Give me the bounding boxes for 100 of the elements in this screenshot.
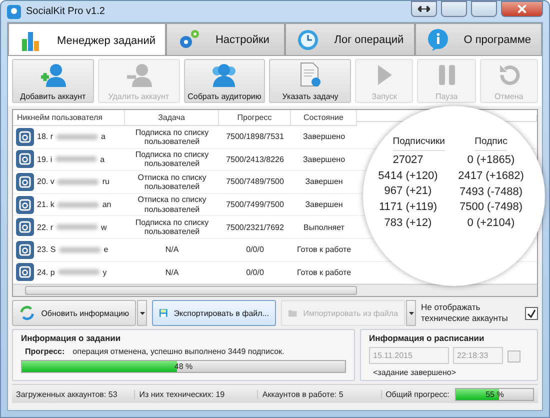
scrollbar-thumb[interactable] xyxy=(25,286,357,295)
subscribers-cell-text: 5414 (+120) xyxy=(377,170,439,182)
task-cell-text: Отписка по списку пользователей xyxy=(136,172,208,192)
task-cell-text: Подписка по списку пользователей xyxy=(134,150,210,169)
action-button[interactable]: Экспортировать в файл... xyxy=(152,300,276,326)
blurred-text xyxy=(58,246,101,253)
column-header[interactable]: Задача xyxy=(125,110,219,126)
camera-icon xyxy=(16,218,34,236)
task-cell-text: N/A xyxy=(164,268,180,277)
subscribers-cell-text: 27027 xyxy=(392,154,424,167)
clock-icon xyxy=(296,28,320,52)
status-text: Из них технических: 19 xyxy=(135,390,258,398)
close-icon xyxy=(518,5,526,13)
subscribers-cell-text: 967 (+21) xyxy=(383,185,433,198)
state-cell-text: Готов к работе xyxy=(296,268,352,277)
task-cell-text: Подписка по списку пользователей xyxy=(134,128,210,146)
state-cell-text: Завершен xyxy=(304,177,344,187)
progress-cell-text: 0/0/0 xyxy=(245,268,265,277)
camera-icon xyxy=(16,263,34,282)
state-cell-text: Завершен xyxy=(304,200,344,210)
toolbar-button[interactable]: Добавить аккаунт xyxy=(12,59,94,103)
app-logo-icon xyxy=(7,4,21,18)
blurred-text xyxy=(57,202,100,208)
camera-icon xyxy=(16,240,34,259)
username-cell: 23. S xyxy=(37,245,56,254)
progress-message: операция отменена, успешно выполнено 3449 подписок. xyxy=(72,347,284,356)
state-cell-text: Выполняет xyxy=(302,222,346,232)
status-text: Аккаунтов в работе: 5 xyxy=(258,390,382,398)
username-cell: 21. k xyxy=(37,200,54,210)
camera-icon xyxy=(16,172,34,191)
username-cell: 22. r xyxy=(37,222,54,232)
add-user-icon xyxy=(38,62,67,88)
toolbar-button[interactable]: Указать задачу xyxy=(269,59,352,103)
subscriptions-cell: 7500 (-7498) xyxy=(460,201,522,214)
dropdown-button[interactable] xyxy=(137,300,147,326)
state-cell-text: Готов к работе xyxy=(296,245,352,254)
progress-label: Прогресс: xyxy=(25,347,65,356)
blurred-text xyxy=(58,269,100,276)
blurred-text xyxy=(55,156,98,162)
subscribers-cell-text: 1171 (+119) xyxy=(378,200,438,214)
state-cell-text: Завершено xyxy=(302,154,346,164)
blurred-text xyxy=(56,134,98,140)
task-cell-text: Отписка по списку пользователей xyxy=(136,195,208,214)
progress-cell-text: 0/0/0 xyxy=(245,245,265,254)
column-header[interactable]: Никнейм пользователя xyxy=(13,110,125,126)
checkbox-label: Не отображать технические аккаунты xyxy=(421,302,509,324)
username-cell: a xyxy=(100,154,105,164)
progress-cell-text: 7500/7499/7500 xyxy=(225,200,285,210)
username-cell: 19. i xyxy=(37,154,52,164)
username-cell: 24. p xyxy=(37,268,55,277)
username-cell: 20. v xyxy=(37,177,54,187)
maximize-button[interactable] xyxy=(471,1,497,17)
subscriptions-cell: 7493 (-7488) xyxy=(460,186,522,198)
column-header: Подпис xyxy=(474,136,508,151)
camera-icon xyxy=(16,196,34,214)
username-cell: e xyxy=(104,245,108,254)
username-cell: ru xyxy=(102,177,110,187)
camera-icon xyxy=(16,128,34,146)
panel-title: Информация о расписании xyxy=(369,333,486,343)
subscribers-cell-text: 783 (+12) xyxy=(383,216,433,230)
progress-cell-text: 7500/2413/8226 xyxy=(225,154,285,164)
toolbar-button[interactable]: Собрать аудиторию xyxy=(184,59,266,103)
state-cell-text: Завершено xyxy=(302,132,346,142)
task-cell-text: Подписка по списку пользователей xyxy=(134,218,210,236)
caret-icon xyxy=(408,312,414,314)
blurred-text xyxy=(56,224,98,230)
username-cell: an xyxy=(102,200,112,210)
snap-button[interactable] xyxy=(411,1,437,17)
progress-cell-text: 7500/7489/7500 xyxy=(225,177,285,187)
subscriptions-cell: 0 (+1865) xyxy=(467,154,515,166)
remove-user-icon xyxy=(124,62,153,88)
username-cell: 18. r xyxy=(37,132,54,142)
action-button[interactable]: Обновить информацию xyxy=(12,300,136,326)
progress-cell-text: 7500/1898/7531 xyxy=(225,132,285,142)
tab[interactable]: О программе xyxy=(414,23,542,55)
close-button[interactable] xyxy=(501,1,543,17)
subscriptions-cell: 2417 (+1682) xyxy=(458,170,524,182)
tab[interactable]: Настройки xyxy=(166,23,286,55)
blurred-text xyxy=(57,178,100,185)
tab[interactable]: Лог операций xyxy=(285,23,415,55)
status-text: Загруженных аккаунтов: 53 xyxy=(12,390,136,398)
tab[interactable]: Менеджер заданий xyxy=(8,23,166,57)
status-text: Общий прогресс: xyxy=(386,390,450,398)
column-header[interactable]: Состояние xyxy=(291,110,357,126)
caret-icon xyxy=(140,312,144,314)
column-header[interactable]: Прогресс xyxy=(219,110,291,126)
column-header: Подписчики xyxy=(392,136,445,151)
progress-cell-text: 7500/2321/7692 xyxy=(225,222,285,232)
window-title: SocialKit Pro v1.2 xyxy=(26,6,106,17)
schedule-status: <задание завершено> xyxy=(372,368,458,377)
resize-arrows-icon xyxy=(418,6,430,12)
subscriptions-cell: 0 (+2104) xyxy=(467,216,515,229)
task-cell-text: N/A xyxy=(164,245,180,254)
checkbox[interactable] xyxy=(525,306,538,320)
username-cell: w xyxy=(101,222,107,232)
refresh-icon xyxy=(19,303,36,323)
panel-title: Информация о задании xyxy=(21,333,122,343)
username-cell: y xyxy=(102,268,107,277)
info-icon xyxy=(426,28,450,52)
camera-icon xyxy=(16,150,34,168)
